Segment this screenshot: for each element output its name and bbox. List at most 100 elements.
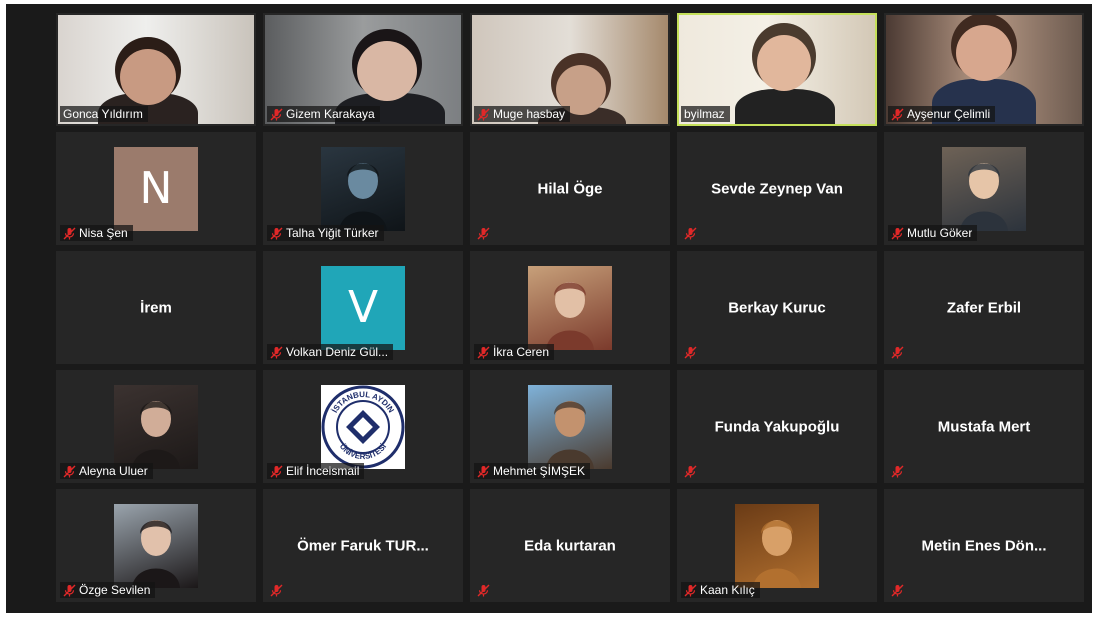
- participant-name-label: [888, 344, 909, 360]
- participant-tile[interactable]: Eda kurtaran: [470, 489, 670, 602]
- microphone-muted-icon: [891, 108, 904, 121]
- profile-photo-icon: [321, 146, 405, 231]
- microphone-muted-icon: [63, 227, 76, 240]
- microphone-muted-icon: [684, 227, 697, 240]
- participant-display-name: Zafer Erbil: [946, 299, 1022, 316]
- participant-tile[interactable]: İrem: [56, 251, 256, 364]
- microphone-muted-icon: [270, 465, 283, 478]
- participant-name-label: Muge hasbay: [474, 106, 571, 122]
- participant-tile[interactable]: Hilal Öge: [470, 132, 670, 245]
- profile-photo-icon: [528, 384, 612, 469]
- participant-display-name: Sevde Zeynep Van: [711, 180, 843, 197]
- participant-name: Gonca Yıldırım: [63, 107, 143, 121]
- participant-tile[interactable]: Mustafa Mert: [884, 370, 1084, 483]
- participant-display-name: Ömer Faruk TUR...: [297, 537, 429, 554]
- microphone-muted-icon: [891, 584, 904, 597]
- microphone-muted-icon: [684, 584, 697, 597]
- participant-name-label: Özge Sevilen: [60, 582, 156, 598]
- microphone-muted-icon: [270, 108, 283, 121]
- participant-name: İkra Ceren: [493, 345, 550, 359]
- participant-name-label: Mehmet ŞİMŞEK: [474, 463, 591, 479]
- participant-tile[interactable]: Zafer Erbil: [884, 251, 1084, 364]
- participant-name-label: Aleyna Uluer: [60, 463, 153, 479]
- participant-name-label: Kaan Kılıç: [681, 582, 760, 598]
- profile-photo-icon: [114, 503, 198, 588]
- participant-display-name: İrem: [140, 299, 172, 316]
- microphone-muted-icon: [270, 227, 283, 240]
- participant-name: Nisa Şen: [79, 226, 128, 240]
- participant-tile[interactable]: Gizem Karakaya: [263, 13, 463, 126]
- participant-name-label: Nisa Şen: [60, 225, 133, 241]
- participant-name-label: [888, 582, 909, 598]
- participant-name: Kaan Kılıç: [700, 583, 755, 597]
- participant-tile[interactable]: Mehmet ŞİMŞEK: [470, 370, 670, 483]
- participant-tile[interactable]: Kaan Kılıç: [677, 489, 877, 602]
- microphone-muted-icon: [477, 465, 490, 478]
- participant-name: byilmaz: [684, 107, 725, 121]
- participant-display-name: Mustafa Mert: [937, 418, 1031, 435]
- participant-tile[interactable]: Muge hasbay: [470, 13, 670, 126]
- participant-name: Mehmet ŞİMŞEK: [493, 464, 586, 478]
- participant-name-label: [888, 463, 909, 479]
- microphone-muted-icon: [270, 584, 283, 597]
- participant-tile[interactable]: İSTANBUL AYDIN ÜNİVERSİTESİ Elif İnceismai…: [263, 370, 463, 483]
- participant-display-name: Eda kurtaran: [524, 537, 616, 554]
- participant-name-label: [681, 344, 702, 360]
- microphone-muted-icon: [891, 227, 904, 240]
- participant-display-name: Berkay Kuruc: [728, 299, 826, 316]
- participant-name: Talha Yiğit Türker: [286, 226, 379, 240]
- participant-name-label: Gizem Karakaya: [267, 106, 380, 122]
- participant-tile[interactable]: Mutlu Göker: [884, 132, 1084, 245]
- participant-tile[interactable]: İkra Ceren: [470, 251, 670, 364]
- microphone-muted-icon: [684, 465, 697, 478]
- profile-photo-icon: [528, 265, 612, 350]
- profile-photo-icon: [942, 146, 1026, 231]
- participant-tile[interactable]: Berkay Kuruc: [677, 251, 877, 364]
- participant-tile[interactable]: Gonca Yıldırım: [56, 13, 256, 126]
- participant-name-label: Elif İnceismail: [267, 463, 365, 479]
- participant-name: Aleyna Uluer: [79, 464, 148, 478]
- video-gallery: Gonca Yıldırım Gizem Karakaya Muge hasbay b…: [6, 4, 1092, 613]
- participant-name-label: [267, 582, 288, 598]
- participant-tile[interactable]: N Nisa Şen: [56, 132, 256, 245]
- participant-display-name: Hilal Öge: [537, 180, 603, 197]
- participant-name: Mutlu Göker: [907, 226, 973, 240]
- participant-tile[interactable]: Talha Yiğit Türker: [263, 132, 463, 245]
- participant-display-name: Funda Yakupoğlu: [714, 418, 840, 435]
- participant-name-label: Talha Yiğit Türker: [267, 225, 384, 241]
- microphone-muted-icon: [477, 584, 490, 597]
- participant-tile[interactable]: Aleyna Uluer: [56, 370, 256, 483]
- participant-name-label: [474, 582, 495, 598]
- microphone-muted-icon: [477, 108, 490, 121]
- microphone-muted-icon: [63, 465, 76, 478]
- participant-name-label: [681, 463, 702, 479]
- participant-tile[interactable]: Funda Yakupoğlu: [677, 370, 877, 483]
- microphone-muted-icon: [891, 465, 904, 478]
- participant-name-label: Mutlu Göker: [888, 225, 978, 241]
- participant-name: Volkan Deniz Gül...: [286, 345, 389, 359]
- participant-tile[interactable]: Özge Sevilen: [56, 489, 256, 602]
- participant-tile[interactable]: byilmaz: [677, 13, 877, 126]
- participant-tile[interactable]: Sevde Zeynep Van: [677, 132, 877, 245]
- participant-name: Gizem Karakaya: [286, 107, 375, 121]
- participant-name: Muge hasbay: [493, 107, 566, 121]
- participant-name-label: Ayşenur Çelimli: [888, 106, 996, 122]
- participant-tile[interactable]: Metin Enes Dön...: [884, 489, 1084, 602]
- participant-tile[interactable]: V Volkan Deniz Gül...: [263, 251, 463, 364]
- participant-tile[interactable]: Ömer Faruk TUR...: [263, 489, 463, 602]
- participant-name: Özge Sevilen: [79, 583, 151, 597]
- microphone-muted-icon: [63, 584, 76, 597]
- participant-display-name: Metin Enes Dön...: [921, 537, 1047, 554]
- participant-name: Ayşenur Çelimli: [907, 107, 991, 121]
- participant-name-label: byilmaz: [681, 106, 730, 122]
- university-logo-icon: İSTANBUL AYDIN ÜNİVERSİTESİ: [321, 384, 405, 469]
- participant-tile[interactable]: Ayşenur Çelimli: [884, 13, 1084, 126]
- profile-photo-icon: [114, 384, 198, 469]
- participant-name-label: İkra Ceren: [474, 344, 555, 360]
- participant-name-label: Gonca Yıldırım: [60, 106, 148, 122]
- profile-photo-icon: [735, 503, 819, 588]
- avatar-letter: V: [321, 265, 405, 350]
- avatar-letter: N: [114, 146, 198, 231]
- microphone-muted-icon: [891, 346, 904, 359]
- participant-name-label: [474, 225, 495, 241]
